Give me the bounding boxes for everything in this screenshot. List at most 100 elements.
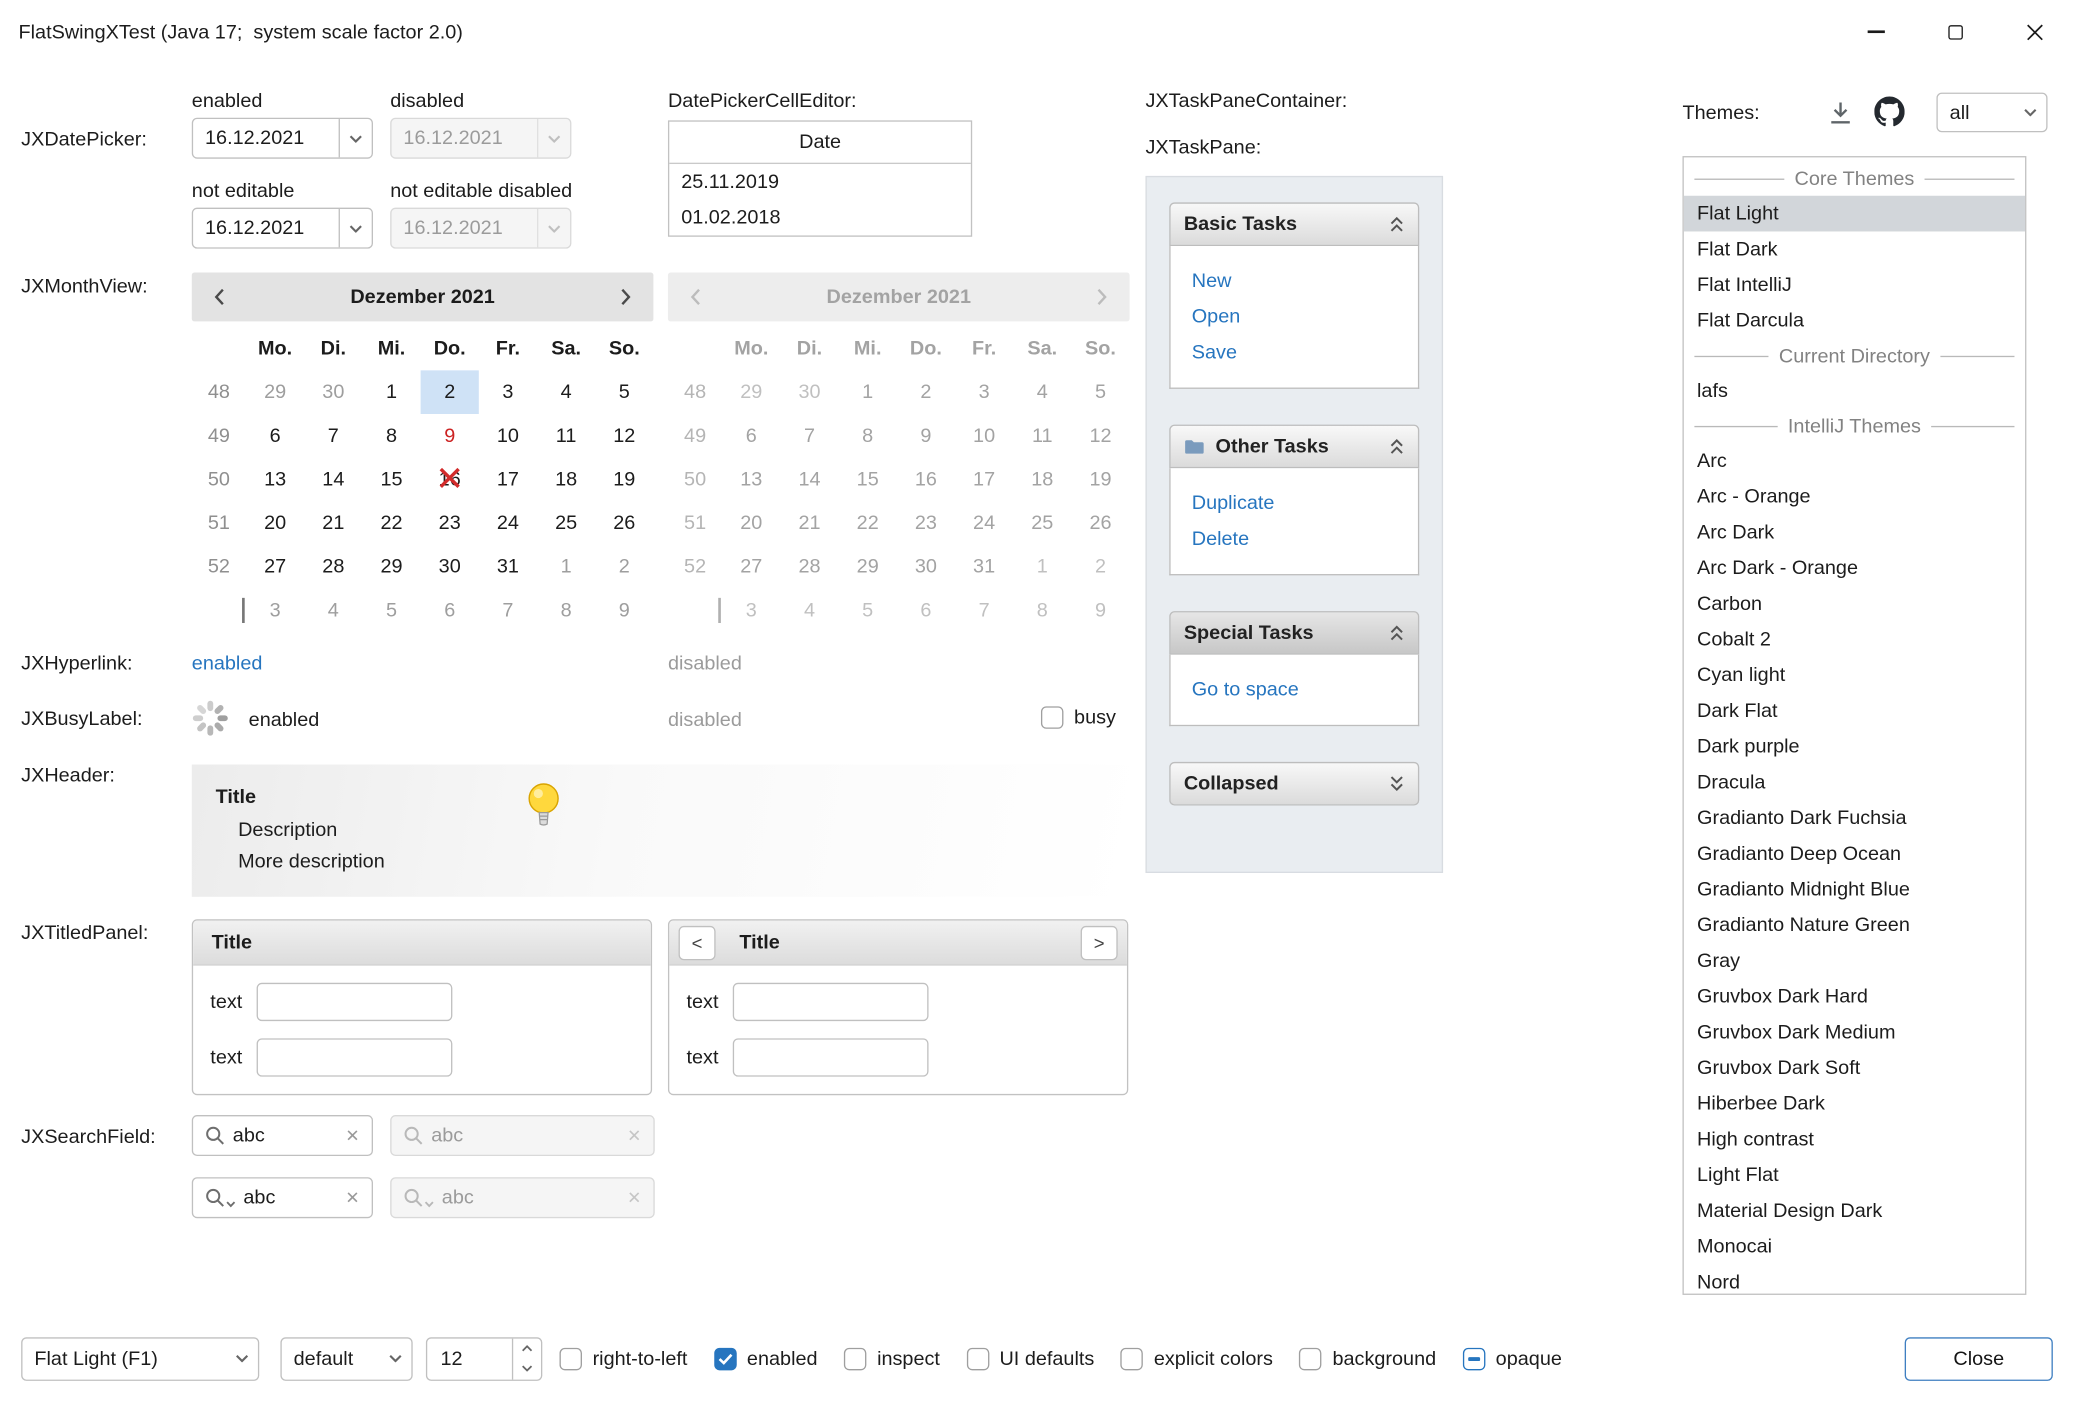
calendar-day[interactable]: 30 (304, 370, 362, 414)
clear-icon[interactable]: ✕ (345, 1187, 359, 1208)
calendar-day[interactable]: 29 (246, 370, 304, 414)
theme-item[interactable]: Flat Darcula (1684, 303, 2025, 339)
theme-item[interactable]: Light Flat (1684, 1157, 2025, 1193)
collapse-icon[interactable] (1389, 624, 1405, 641)
font-combobox-value[interactable]: default (282, 1347, 379, 1369)
monthview-enabled[interactable]: Dezember 2021 Mo.Di.Mi.Do.Fr.Sa.So.48293… (192, 272, 654, 632)
checkbox-box[interactable] (1463, 1347, 1485, 1369)
task-link[interactable]: Go to space (1192, 672, 1418, 708)
github-icon[interactable] (1874, 97, 1904, 133)
search-field-enabled[interactable]: abc ✕ (192, 1115, 373, 1156)
theme-combobox-value[interactable]: Flat Light (F1) (22, 1347, 224, 1369)
taskpane-header[interactable]: Other Tasks (1169, 425, 1419, 469)
themes-list[interactable]: Core ThemesFlat LightFlat DarkFlat Intel… (1682, 156, 2026, 1295)
calendar-day[interactable]: 15 (362, 458, 420, 502)
calendar-day[interactable]: 4 (537, 370, 595, 414)
calendar-day[interactable]: 21 (304, 501, 362, 545)
theme-item[interactable]: Arc Dark - Orange (1684, 550, 2025, 586)
theme-item[interactable]: Cyan light (1684, 657, 2025, 693)
theme-item[interactable]: Gradianto Nature Green (1684, 907, 2025, 943)
checkbox-box[interactable] (966, 1347, 988, 1369)
theme-item[interactable]: Flat Dark (1684, 231, 2025, 267)
chevron-down-icon[interactable] (339, 119, 372, 157)
task-link[interactable]: Delete (1192, 521, 1418, 557)
search-field-history-enabled[interactable]: abc ✕ (192, 1177, 373, 1218)
checkbox-explicit-colors[interactable]: explicit colors (1121, 1347, 1273, 1369)
calendar-day[interactable]: 3 (246, 589, 304, 633)
maximize-button[interactable] (1915, 0, 1994, 63)
checkbox-background[interactable]: background (1299, 1347, 1436, 1369)
text-input[interactable] (257, 1038, 453, 1076)
calendar-day[interactable]: 18 (537, 458, 595, 502)
theme-item[interactable]: Dark purple (1684, 729, 2025, 765)
chevron-down-icon[interactable] (225, 1338, 258, 1379)
font-size-spinner[interactable]: 12 (426, 1337, 542, 1381)
collapse-icon[interactable] (1389, 216, 1405, 233)
theme-item[interactable]: Dracula (1684, 765, 2025, 801)
task-link[interactable]: Open (1192, 299, 1418, 335)
calendar-day[interactable]: 8 (362, 414, 420, 458)
table-row[interactable]: 01.02.2018 (669, 200, 971, 236)
calendar-day[interactable]: 16 (421, 458, 479, 502)
checkbox-box[interactable] (1121, 1347, 1143, 1369)
taskpane-header[interactable]: Basic Tasks (1169, 202, 1419, 246)
theme-item[interactable]: Gruvbox Dark Hard (1684, 979, 2025, 1015)
theme-item[interactable]: Dark Flat (1684, 693, 2025, 729)
theme-item[interactable]: lafs (1684, 373, 2025, 409)
theme-item[interactable]: Arc - Orange (1684, 479, 2025, 515)
chevron-down-icon[interactable] (2013, 94, 2046, 131)
theme-item[interactable]: Hiberbee Dark (1684, 1086, 2025, 1122)
theme-item[interactable]: High contrast (1684, 1122, 2025, 1158)
theme-item[interactable]: Flat IntelliJ (1684, 267, 2025, 303)
prev-month-button[interactable] (202, 280, 236, 314)
datepicker-value[interactable]: 16.12.2021 (193, 217, 338, 239)
calendar-day[interactable]: 9 (421, 414, 479, 458)
search-value[interactable]: abc (243, 1186, 337, 1208)
search-value[interactable]: abc (233, 1124, 338, 1146)
theme-item[interactable]: Gradianto Midnight Blue (1684, 872, 2025, 908)
calendar-day[interactable]: 6 (246, 414, 304, 458)
table-column-header[interactable]: Date (669, 122, 971, 164)
task-link[interactable]: Duplicate (1192, 485, 1418, 521)
calendar-day[interactable]: 8 (537, 589, 595, 633)
datepicker-not-editable[interactable]: 16.12.2021 (192, 208, 373, 249)
theme-item[interactable]: Gradianto Dark Fuchsia (1684, 800, 2025, 836)
search-with-history-icon[interactable] (205, 1188, 235, 1208)
chevron-down-icon[interactable] (378, 1338, 411, 1379)
calendar-day[interactable]: 5 (362, 589, 420, 633)
theme-item[interactable]: Nord (1684, 1265, 2025, 1295)
checkbox-box[interactable] (1041, 706, 1063, 728)
calendar-day[interactable]: 27 (246, 545, 304, 589)
calendar-day[interactable]: 19 (595, 458, 653, 502)
calendar-day[interactable]: 5 (595, 370, 653, 414)
checkbox-inspect[interactable]: inspect (844, 1347, 940, 1369)
theme-item[interactable]: Gradianto Deep Ocean (1684, 836, 2025, 872)
calendar-day[interactable]: 24 (479, 501, 537, 545)
checkbox-box[interactable] (560, 1347, 582, 1369)
calendar-day[interactable]: 13 (246, 458, 304, 502)
spinner-up-icon[interactable] (513, 1338, 541, 1359)
close-button[interactable]: Close (1905, 1337, 2053, 1381)
checkbox-busy[interactable]: busy (1041, 706, 1116, 728)
spinner-down-icon[interactable] (513, 1358, 541, 1379)
collapse-icon[interactable] (1389, 438, 1405, 455)
text-input[interactable] (733, 983, 929, 1021)
calendar-day[interactable]: 2 (421, 370, 479, 414)
theme-item[interactable]: Gruvbox Dark Medium (1684, 1015, 2025, 1051)
checkbox-enabled[interactable]: enabled (714, 1347, 818, 1369)
titled-panel-left-button[interactable]: < (679, 925, 716, 959)
calendar-day[interactable]: 1 (537, 545, 595, 589)
calendar-day[interactable]: 23 (421, 501, 479, 545)
font-combobox[interactable]: default (280, 1337, 412, 1381)
task-link[interactable]: New (1192, 263, 1418, 299)
checkbox-right-to-left[interactable]: right-to-left (560, 1347, 688, 1369)
datepicker-enabled[interactable]: 16.12.2021 (192, 118, 373, 159)
close-window-button[interactable] (1995, 0, 2074, 63)
theme-combobox[interactable]: Flat Light (F1) (21, 1337, 259, 1381)
expand-icon[interactable] (1389, 775, 1405, 792)
title-bar[interactable]: FlatSwingXTest (Java 17; system scale fa… (0, 0, 2074, 63)
calendar-day[interactable]: 6 (421, 589, 479, 633)
next-month-button[interactable] (608, 280, 642, 314)
checkbox-ui-defaults[interactable]: UI defaults (966, 1347, 1094, 1369)
clear-icon[interactable]: ✕ (345, 1125, 359, 1146)
